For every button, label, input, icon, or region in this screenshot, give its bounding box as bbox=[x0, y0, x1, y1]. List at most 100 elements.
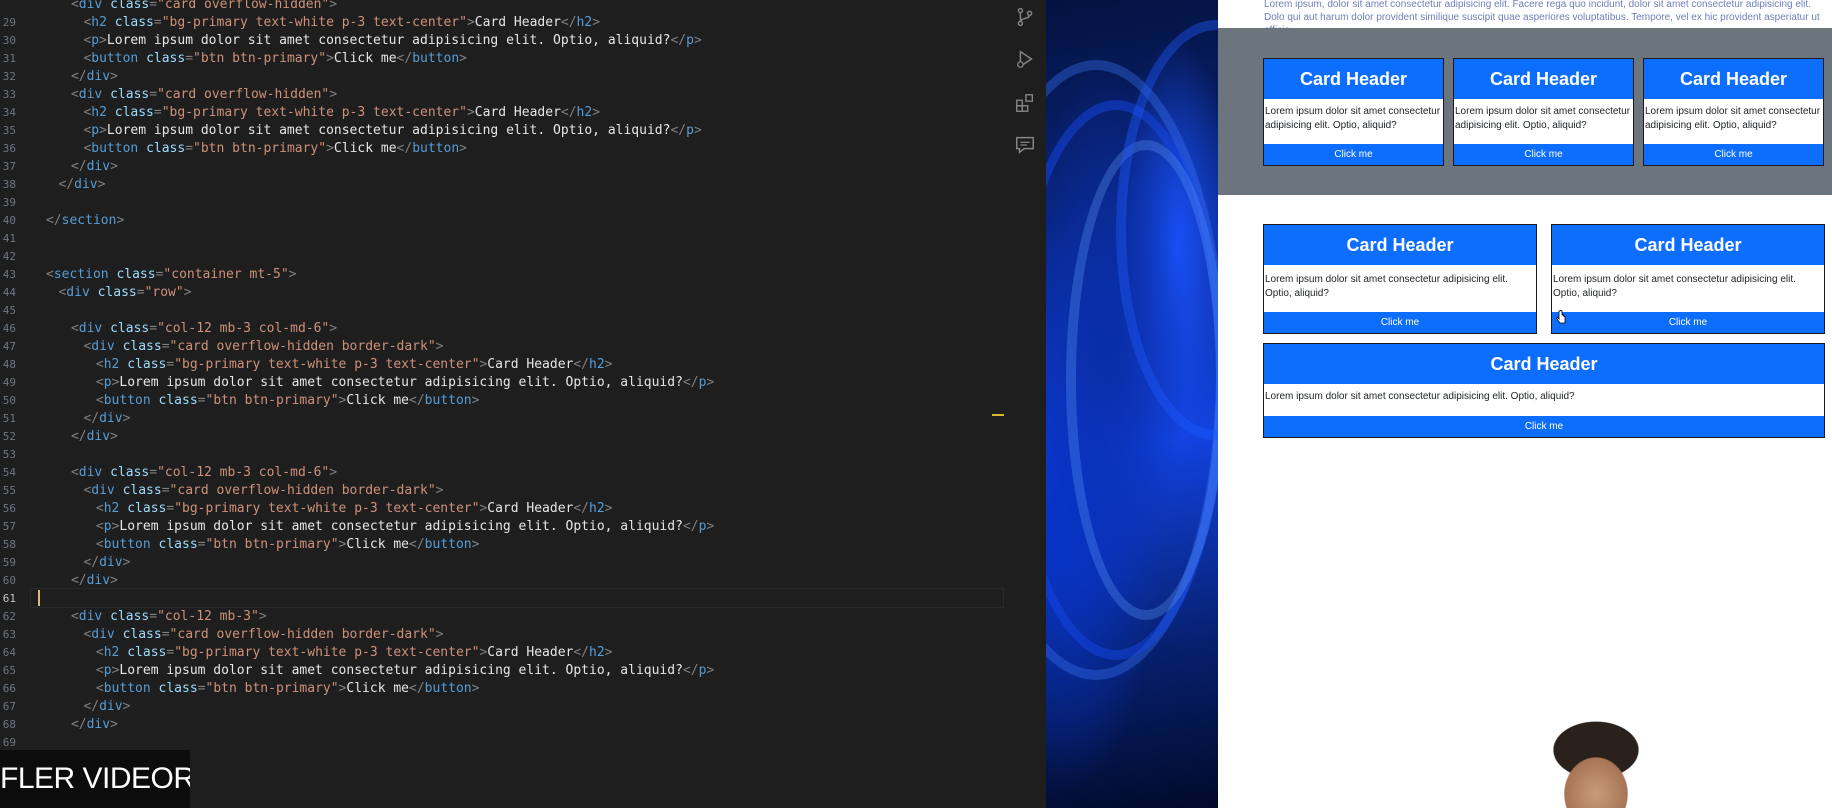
code-text: <div class="card overflow-hidden"> bbox=[70, 0, 338, 12]
code-line[interactable]: 59 </div> bbox=[0, 554, 1004, 572]
code-line[interactable]: 65 <p>Lorem ipsum dolor sit amet consecte… bbox=[0, 662, 1004, 680]
code-line[interactable]: <div class="card overflow-hidden"> bbox=[0, 0, 1004, 14]
code-text: <section class="container mt-5"> bbox=[46, 267, 297, 282]
click-me-button[interactable]: Click me bbox=[1454, 144, 1633, 165]
extensions-icon[interactable] bbox=[1014, 92, 1036, 114]
code-text: <div class="col-12 mb-3 col-md-6"> bbox=[70, 321, 338, 336]
line-number: 37 bbox=[2, 160, 16, 173]
code-line[interactable]: 32 </div> bbox=[0, 68, 1004, 86]
card-header: Card Header bbox=[1264, 59, 1443, 99]
code-line[interactable]: 62 <div class="col-12 mb-3"> bbox=[0, 608, 1004, 626]
code-line[interactable]: 44 <div class="row"> bbox=[0, 284, 1004, 302]
code-text: </div> bbox=[70, 717, 118, 732]
card-header: Card Header bbox=[1552, 225, 1824, 265]
click-me-button[interactable]: Click me bbox=[1644, 144, 1823, 165]
code-line[interactable]: 55 <div class="card overflow-hidden borde… bbox=[0, 482, 1004, 500]
activity-bar bbox=[1004, 0, 1046, 808]
code-line[interactable]: 39 bbox=[0, 194, 1004, 212]
browser-preview[interactable]: Lorem ipsum, dolor sit amet consectetur … bbox=[1218, 0, 1832, 808]
text-cursor bbox=[38, 590, 40, 606]
code-text: </div> bbox=[70, 69, 118, 84]
code-line[interactable]: 37 </div> bbox=[0, 158, 1004, 176]
code-editor[interactable]: <div class="card overflow-hidden"> 29 <h2 … bbox=[0, 0, 1006, 808]
code-line[interactable]: 42 bbox=[0, 248, 1004, 266]
line-number: 49 bbox=[2, 376, 16, 389]
code-line[interactable]: 56 <h2 class="bg-primary text-white p-3 t… bbox=[0, 500, 1004, 518]
comments-icon[interactable] bbox=[1014, 134, 1036, 156]
code-line[interactable]: 61 bbox=[0, 590, 1004, 608]
code-line[interactable]: 52 </div> bbox=[0, 428, 1004, 446]
card-text: Lorem ipsum dolor sit amet consectetur a… bbox=[1455, 106, 1631, 131]
line-number: 63 bbox=[2, 628, 16, 641]
code-line[interactable]: 64 <h2 class="bg-primary text-white p-3 t… bbox=[0, 644, 1004, 662]
line-number: 68 bbox=[2, 718, 16, 731]
line-number: 42 bbox=[2, 250, 16, 263]
code-line[interactable]: 34 <h2 class="bg-primary text-white p-3 t… bbox=[0, 104, 1004, 122]
line-number: 45 bbox=[2, 304, 16, 317]
code-text: <div class="card overflow-hidden border-… bbox=[83, 339, 444, 354]
card-text: Lorem ipsum dolor sit amet consectetur a… bbox=[1265, 391, 1575, 402]
code-text: <h2 class="bg-primary text-white p-3 tex… bbox=[83, 105, 601, 120]
code-text: <div class="card overflow-hidden border-… bbox=[83, 627, 444, 642]
code-line[interactable]: 33 <div class="card overflow-hidden"> bbox=[0, 86, 1004, 104]
code-text: <div class="col-12 mb-3 col-md-6"> bbox=[70, 465, 338, 480]
code-text: <p>Lorem ipsum dolor sit amet consectetu… bbox=[95, 375, 715, 390]
code-line[interactable]: 29 <h2 class="bg-primary text-white p-3 t… bbox=[0, 14, 1004, 32]
line-number: 51 bbox=[2, 412, 16, 425]
line-number: 47 bbox=[2, 340, 16, 353]
code-line[interactable]: 47 <div class="card overflow-hidden borde… bbox=[0, 338, 1004, 356]
code-line[interactable]: 41 bbox=[0, 230, 1004, 248]
mouse-cursor-icon bbox=[1556, 310, 1566, 324]
card-header: Card Header bbox=[1264, 344, 1824, 384]
code-line[interactable]: 49 <p>Lorem ipsum dolor sit amet consecte… bbox=[0, 374, 1004, 392]
line-number: 43 bbox=[2, 268, 16, 281]
line-number: 62 bbox=[2, 610, 16, 623]
code-text: <h2 class="bg-primary text-white p-3 tex… bbox=[95, 357, 613, 372]
line-number: 48 bbox=[2, 358, 16, 371]
run-debug-icon[interactable] bbox=[1014, 48, 1036, 70]
card-text: Lorem ipsum dolor sit amet consectetur a… bbox=[1645, 106, 1821, 131]
code-line[interactable]: 45 bbox=[0, 302, 1004, 320]
code-line[interactable]: 51 </div> bbox=[0, 410, 1004, 428]
card-full-width: Card Header Lorem ipsum dolor sit amet c… bbox=[1263, 343, 1825, 438]
code-line[interactable]: 58 <button class="btn btn-primary">Click … bbox=[0, 536, 1004, 554]
line-number: 53 bbox=[2, 448, 16, 461]
click-me-button[interactable]: Click me bbox=[1552, 312, 1824, 333]
code-line[interactable]: 50 <button class="btn btn-primary">Click … bbox=[0, 392, 1004, 410]
code-text: <button class="btn btn-primary">Click me… bbox=[95, 537, 480, 552]
code-line[interactable]: 67 </div> bbox=[0, 698, 1004, 716]
code-line[interactable]: 40 </section> bbox=[0, 212, 1004, 230]
code-text: </div> bbox=[70, 573, 118, 588]
code-line[interactable]: 68 </div> bbox=[0, 716, 1004, 734]
code-line[interactable]: 30 <p>Lorem ipsum dolor sit amet consecte… bbox=[0, 32, 1004, 50]
line-number: 41 bbox=[2, 232, 16, 245]
line-number: 66 bbox=[2, 682, 16, 695]
click-me-button[interactable]: Click me bbox=[1264, 144, 1443, 165]
code-line[interactable]: 48 <h2 class="bg-primary text-white p-3 t… bbox=[0, 356, 1004, 374]
line-number: 57 bbox=[2, 520, 16, 533]
card: Card Header Lorem ipsum dolor sit amet c… bbox=[1453, 58, 1634, 166]
code-line[interactable]: 53 bbox=[0, 446, 1004, 464]
code-line[interactable]: 57 <p>Lorem ipsum dolor sit amet consecte… bbox=[0, 518, 1004, 536]
code-line[interactable]: 54 <div class="col-12 mb-3 col-md-6"> bbox=[0, 464, 1004, 482]
code-line[interactable]: 35 <p>Lorem ipsum dolor sit amet consecte… bbox=[0, 122, 1004, 140]
code-text: <div class="col-12 mb-3"> bbox=[70, 609, 267, 624]
source-control-icon[interactable] bbox=[1014, 6, 1036, 28]
code-line[interactable]: 38 </div> bbox=[0, 176, 1004, 194]
click-me-button[interactable]: Click me bbox=[1264, 416, 1824, 437]
card-header: Card Header bbox=[1264, 225, 1536, 265]
code-line[interactable]: 66 <button class="btn btn-primary">Click … bbox=[0, 680, 1004, 698]
code-line[interactable]: 46 <div class="col-12 mb-3 col-md-6"> bbox=[0, 320, 1004, 338]
code-text: <h2 class="bg-primary text-white p-3 tex… bbox=[95, 501, 613, 516]
code-text: </div> bbox=[83, 411, 131, 426]
code-line[interactable]: 60 </div> bbox=[0, 572, 1004, 590]
code-text: <button class="btn btn-primary">Click me… bbox=[95, 393, 480, 408]
code-line[interactable]: 63 <div class="card overflow-hidden borde… bbox=[0, 626, 1004, 644]
code-line[interactable]: 43 <section class="container mt-5"> bbox=[0, 266, 1004, 284]
code-line[interactable]: 31 <button class="btn btn-primary">Click … bbox=[0, 50, 1004, 68]
line-number: 44 bbox=[2, 286, 16, 299]
webcam-overlay bbox=[1508, 714, 1678, 808]
click-me-button[interactable]: Click me bbox=[1264, 312, 1536, 333]
line-number: 50 bbox=[2, 394, 16, 407]
code-line[interactable]: 36 <button class="btn btn-primary">Click … bbox=[0, 140, 1004, 158]
